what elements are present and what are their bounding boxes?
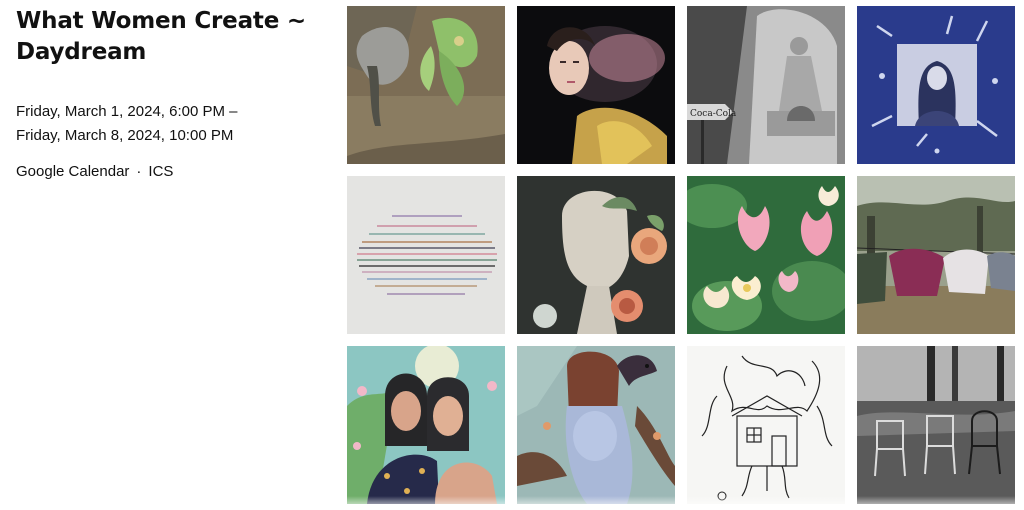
thread-lines-image — [347, 176, 505, 334]
artwork-two-women-painting[interactable] — [347, 346, 505, 504]
ics-link[interactable]: ICS — [148, 163, 173, 180]
two-women-painting-image — [347, 346, 505, 504]
artwork-luna-moth-painting[interactable] — [347, 6, 505, 164]
blurred-portrait-photo-image — [517, 6, 675, 164]
artwork-chairs-in-forest-photo[interactable] — [857, 346, 1015, 504]
artwork-cyanotype-portrait[interactable] — [857, 6, 1015, 164]
event-title: What Women Create ~ Daydream — [16, 6, 326, 68]
artwork-thread-lines[interactable] — [347, 176, 505, 334]
link-separator: · — [136, 163, 142, 180]
event-title-line-1: What Women Create ~ — [16, 8, 306, 34]
cyanotype-portrait-image — [857, 6, 1015, 164]
lotus-painting-image — [687, 176, 845, 334]
house-tree-drawing-image — [687, 346, 845, 504]
artwork-figure-with-raven[interactable] — [517, 346, 675, 504]
luna-moth-painting-image — [347, 6, 505, 164]
artwork-laundry-line-photo[interactable] — [857, 176, 1015, 334]
artwork-blurred-portrait-photo[interactable] — [517, 6, 675, 164]
artwork-gallery: Coca-Cola — [347, 6, 1015, 504]
artwork-statue-with-roses[interactable] — [517, 176, 675, 334]
artwork-house-tree-drawing[interactable] — [687, 346, 845, 504]
google-calendar-link[interactable]: Google Calendar — [16, 163, 129, 180]
jesus-mural-photo-image: Coca-Cola — [687, 6, 845, 164]
calendar-links: Google Calendar · ICS — [16, 162, 326, 182]
statue-with-roses-image — [517, 176, 675, 334]
event-start-date: Friday, March 1, 2024, 6:00 PM – — [16, 103, 238, 120]
coca-cola-sign-text: Coca-Cola — [690, 109, 737, 119]
artwork-lotus-painting[interactable] — [687, 176, 845, 334]
event-end-date: Friday, March 8, 2024, 10:00 PM — [16, 127, 234, 144]
laundry-line-photo-image — [857, 176, 1015, 334]
artwork-jesus-mural-photo[interactable]: Coca-Cola — [687, 6, 845, 164]
chairs-in-forest-photo-image — [857, 346, 1015, 504]
event-info: What Women Create ~ Daydream Friday, Mar… — [16, 6, 326, 182]
figure-with-raven-image — [517, 346, 675, 504]
event-title-line-2: Daydream — [16, 39, 147, 65]
event-dates: Friday, March 1, 2024, 6:00 PM – Friday,… — [16, 100, 326, 148]
